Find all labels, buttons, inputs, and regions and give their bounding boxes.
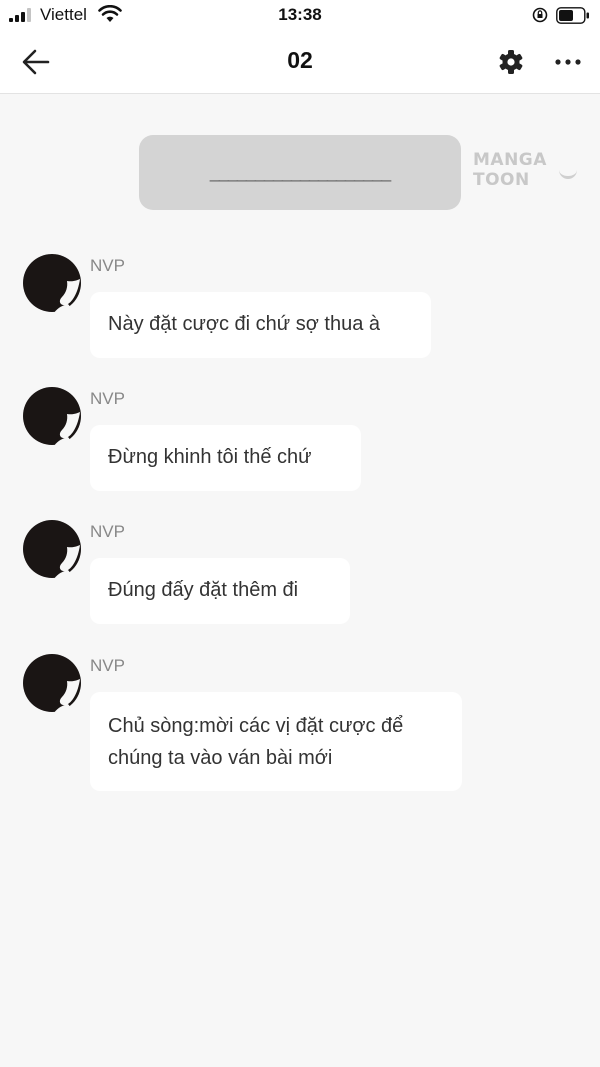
silhouette-avatar-icon[interactable] bbox=[22, 386, 82, 446]
watermark-logo: MANGA TOON bbox=[473, 150, 597, 190]
message-bubble[interactable]: Đừng khinh tôi thế chứ bbox=[90, 425, 361, 491]
watermark-text: MANGA TOON bbox=[473, 150, 547, 190]
more-options-button[interactable] bbox=[553, 48, 583, 76]
sender-name: NVP bbox=[90, 522, 125, 541]
settings-button[interactable] bbox=[497, 48, 525, 76]
silhouette-avatar-icon[interactable] bbox=[22, 653, 82, 713]
watermark-smile bbox=[559, 170, 577, 179]
battery-icon bbox=[556, 7, 589, 24]
rotation-lock-icon bbox=[532, 7, 548, 23]
sender-name: NVP bbox=[90, 256, 125, 275]
message-bubble[interactable]: Chủ sòng:mời các vị đặt cược để chúng ta… bbox=[90, 692, 462, 791]
silhouette-avatar-icon[interactable] bbox=[22, 253, 82, 313]
chat-screen: Viettel 13:38 02 ____________________ MA… bbox=[0, 0, 600, 1067]
arrow-left-icon bbox=[22, 49, 50, 75]
status-bar: Viettel 13:38 bbox=[0, 0, 600, 30]
gear-icon bbox=[499, 50, 523, 74]
message-bubble[interactable]: Này đặt cược đi chứ sợ thua à bbox=[90, 292, 431, 358]
status-time: 13:38 bbox=[278, 5, 322, 24]
silhouette-avatar-icon[interactable] bbox=[22, 519, 82, 579]
back-button[interactable] bbox=[18, 44, 54, 80]
more-dots-icon bbox=[555, 59, 581, 65]
nav-bar: 02 bbox=[0, 30, 600, 94]
system-message: ____________________ bbox=[139, 135, 461, 210]
message-bubble[interactable]: Đúng đấy đặt thêm đi bbox=[90, 558, 350, 624]
sender-name: NVP bbox=[90, 389, 125, 408]
system-message-text: ____________________ bbox=[209, 162, 391, 182]
sender-name: NVP bbox=[90, 656, 125, 675]
